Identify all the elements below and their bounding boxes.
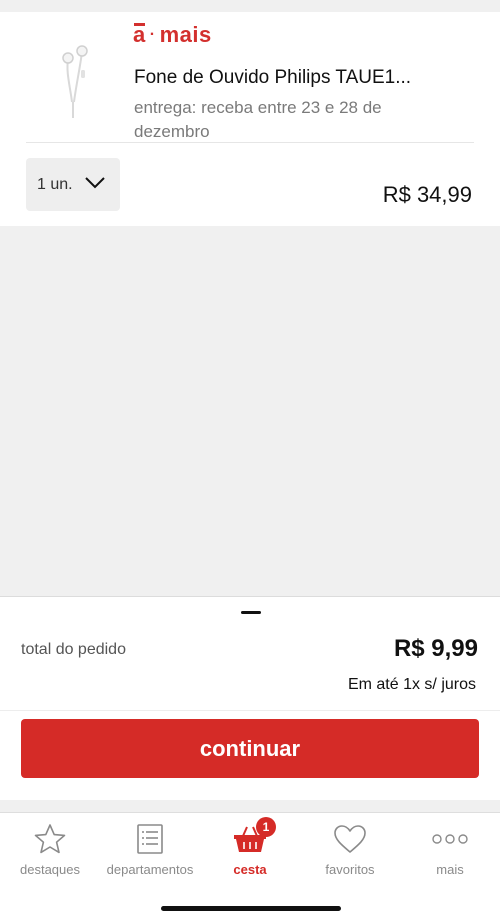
- product-title[interactable]: Fone de Ouvido Philips TAUE1...: [134, 67, 464, 89]
- cart-count-badge: 1: [256, 817, 276, 837]
- star-icon: [30, 822, 70, 856]
- tab-label: cesta: [233, 862, 267, 877]
- earphones-image: [62, 45, 88, 118]
- tab-destaques[interactable]: destaques: [0, 813, 100, 885]
- heart-icon: [330, 822, 370, 856]
- cart-item-card: a · mais Fone de Ouvido Philips TAUE1...…: [0, 12, 500, 226]
- tab-label: mais: [436, 862, 464, 877]
- chevron-down-icon: [85, 177, 105, 189]
- divider: [0, 710, 500, 711]
- quantity-value: 1 un.: [37, 175, 73, 193]
- brand-separator: ·: [149, 26, 156, 43]
- quantity-select[interactable]: 1 un.: [26, 158, 120, 211]
- total-label: total do pedido: [21, 641, 126, 658]
- tab-label: departamentos: [106, 862, 194, 877]
- tab-label: favoritos: [325, 862, 375, 877]
- tab-mais[interactable]: mais: [400, 813, 500, 885]
- home-indicator[interactable]: [161, 906, 341, 911]
- list-icon: [130, 822, 170, 856]
- delivery-estimate: entrega: receba entre 23 e 28 de dezembr…: [134, 98, 382, 141]
- order-summary-sheet: total do pedido R$ 9,99 Em até 1x s/ jur…: [0, 596, 500, 800]
- installments-info: Em até 1x s/ juros: [347, 676, 476, 693]
- tab-label: destaques: [20, 862, 80, 877]
- more-icon: [430, 822, 470, 856]
- sheet-drag-handle[interactable]: [241, 611, 261, 614]
- product-thumbnail[interactable]: [46, 42, 98, 120]
- divider: [26, 142, 474, 143]
- continue-button[interactable]: continuar: [21, 719, 479, 778]
- basket-icon: 1: [230, 817, 276, 856]
- tab-favoritos[interactable]: favoritos: [300, 813, 400, 885]
- brand-suffix: mais: [159, 22, 212, 47]
- brand-prefix: a: [133, 22, 146, 47]
- item-price: R$ 34,99: [382, 182, 472, 207]
- top-strip: [0, 0, 500, 12]
- seller-logo: a · mais: [133, 20, 212, 50]
- tab-departamentos[interactable]: departamentos: [100, 813, 200, 885]
- total-value: R$ 9,99: [393, 635, 478, 662]
- tab-cesta[interactable]: 1 cesta: [200, 813, 300, 885]
